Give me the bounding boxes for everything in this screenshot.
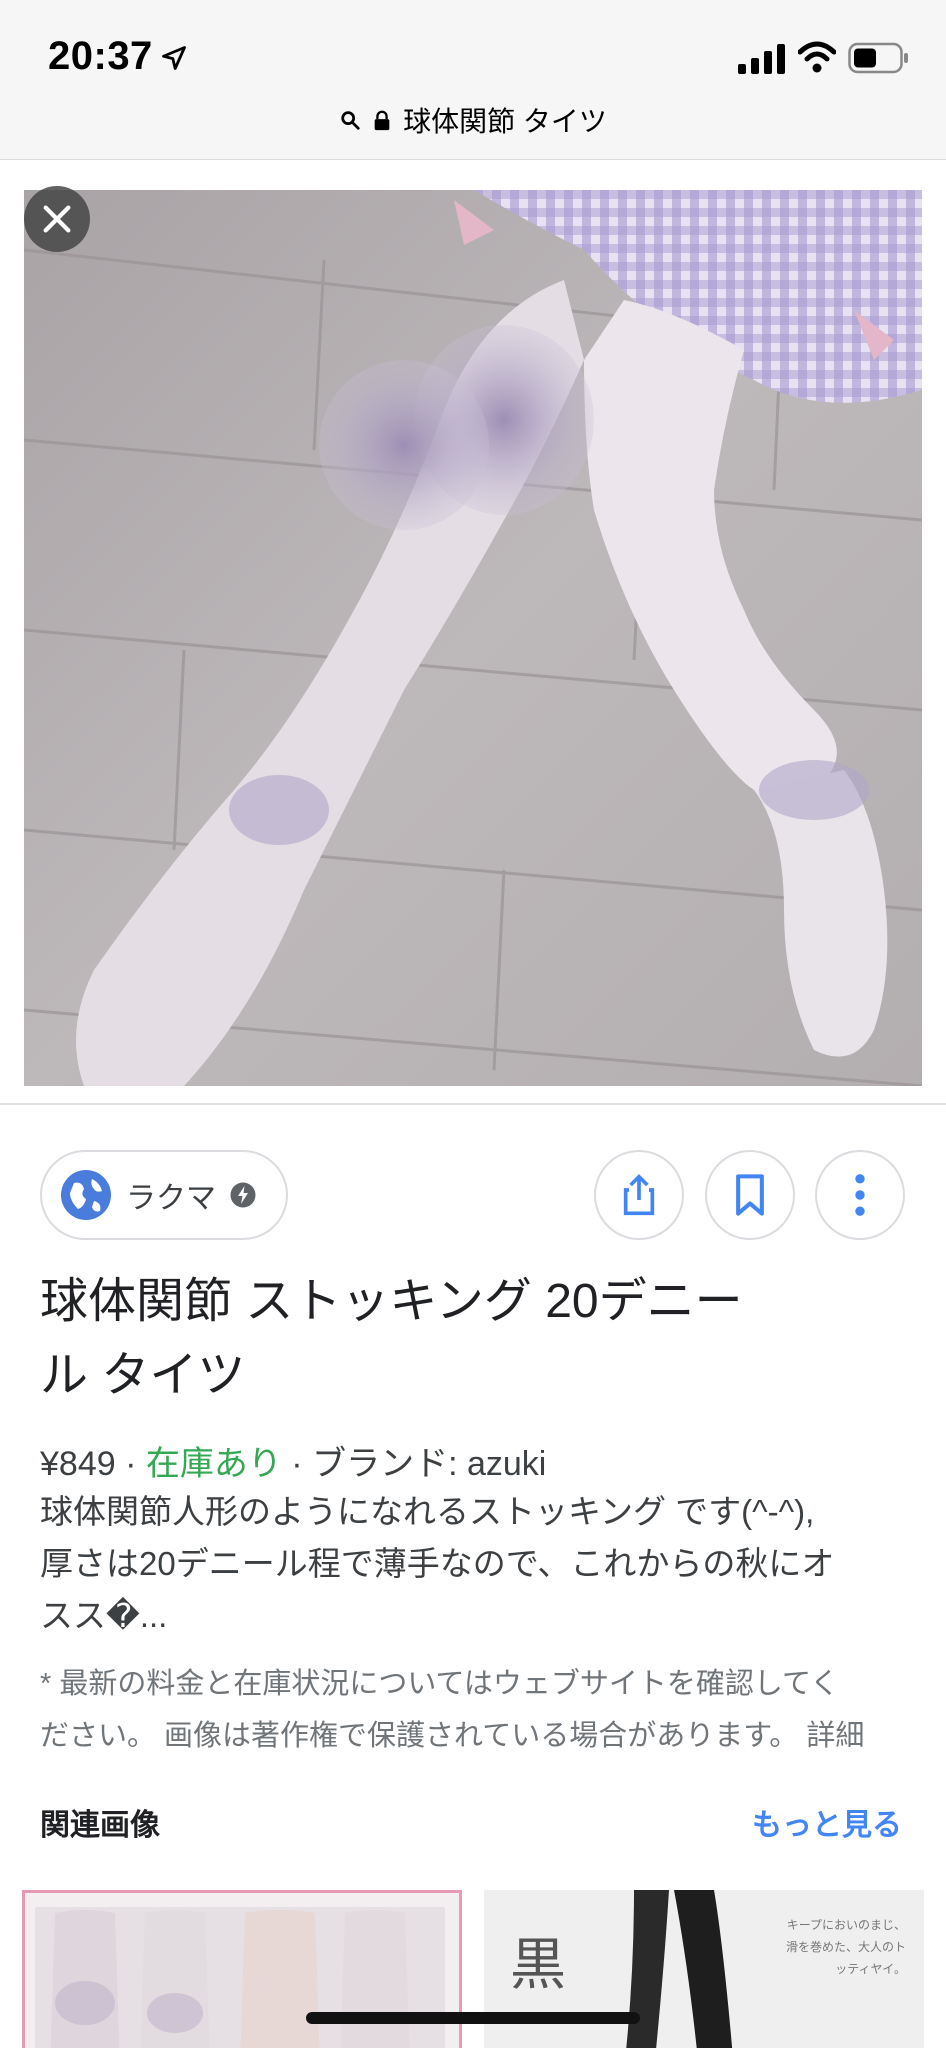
thumbnail-image (25, 1893, 459, 2048)
product-description: 球体関節人形のようになれるストッキング です(^-^), 厚さは20デニール程で… (40, 1486, 910, 1642)
note-line-2: ださい。 画像は著作権で保護されている場合があります。 詳細 (40, 1720, 865, 1752)
bookmark-icon (736, 1174, 764, 1216)
image-viewer (0, 160, 946, 1105)
stock-status: 在庫あり (145, 1445, 282, 1483)
status-bar: 20:37 球体関節 タイツ (0, 0, 946, 160)
source-name: ラクマ (126, 1182, 216, 1215)
signal-icon (738, 44, 785, 74)
see-more-link[interactable]: もっと見る (752, 1800, 902, 1844)
home-indicator[interactable] (306, 2012, 640, 2024)
source-chip[interactable]: ラクマ (40, 1150, 288, 1240)
save-button[interactable] (705, 1150, 795, 1240)
globe-icon (61, 1170, 111, 1220)
desc-line-1: 球体関節人形のようになれるストッキング です(^-^), (40, 1493, 815, 1530)
product-meta: ¥849 · 在庫あり · ブランド: azuki (40, 1436, 546, 1485)
bolt-icon (230, 1182, 256, 1208)
share-icon (623, 1174, 655, 1216)
url-text: 球体関節 タイツ (403, 106, 607, 137)
desc-line-3: スス�... (40, 1597, 168, 1634)
share-button[interactable] (594, 1150, 684, 1240)
desc-line-2: 厚さは20デニール程で薄手なので、これからの秋にオ (40, 1545, 835, 1582)
lock-icon (374, 110, 390, 131)
price: ¥849 (40, 1445, 116, 1483)
status-time: 20:37 (48, 34, 153, 78)
battery-icon (848, 42, 908, 74)
related-thumbnail[interactable]: 黒 キープにおいのまじ、滑を巻めた、大人のトッティヤイ。 (484, 1890, 924, 2048)
brand: ブランド: azuki (312, 1445, 547, 1483)
separator: · (115, 1445, 146, 1483)
related-thumbnail[interactable] (22, 1890, 462, 2048)
related-images-header: 関連画像 (40, 1809, 160, 1842)
note-line-1: * 最新の料金と在庫状況についてはウェブサイトを確認してく (40, 1668, 840, 1700)
more-options-button[interactable] (815, 1150, 905, 1240)
disclaimer-note: * 最新の料金と在庫状況についてはウェブサイトを確認してく ださい。 画像は著作… (40, 1658, 910, 1762)
title-line-1: 球体関節 ストッキング 20デニー (40, 1275, 743, 1328)
close-button[interactable] (24, 186, 90, 252)
location-arrow-icon (162, 46, 186, 70)
thumbnail-caption: キープにおいのまじ、滑を巻めた、大人のトッティヤイ。 (785, 1918, 906, 1976)
product-title[interactable]: 球体関節 ストッキング 20デニー ル タイツ (40, 1265, 800, 1413)
search-icon (341, 111, 360, 130)
product-image[interactable] (24, 190, 922, 1086)
close-icon (43, 205, 71, 233)
separator: · (281, 1445, 313, 1483)
wifi-icon (798, 41, 836, 73)
more-vert-icon (855, 1174, 865, 1216)
url-bar[interactable]: 球体関節 タイツ (0, 98, 946, 142)
thumbnail-heading: 黒 (510, 1933, 566, 1998)
title-line-2: ル タイツ (40, 1349, 246, 1402)
